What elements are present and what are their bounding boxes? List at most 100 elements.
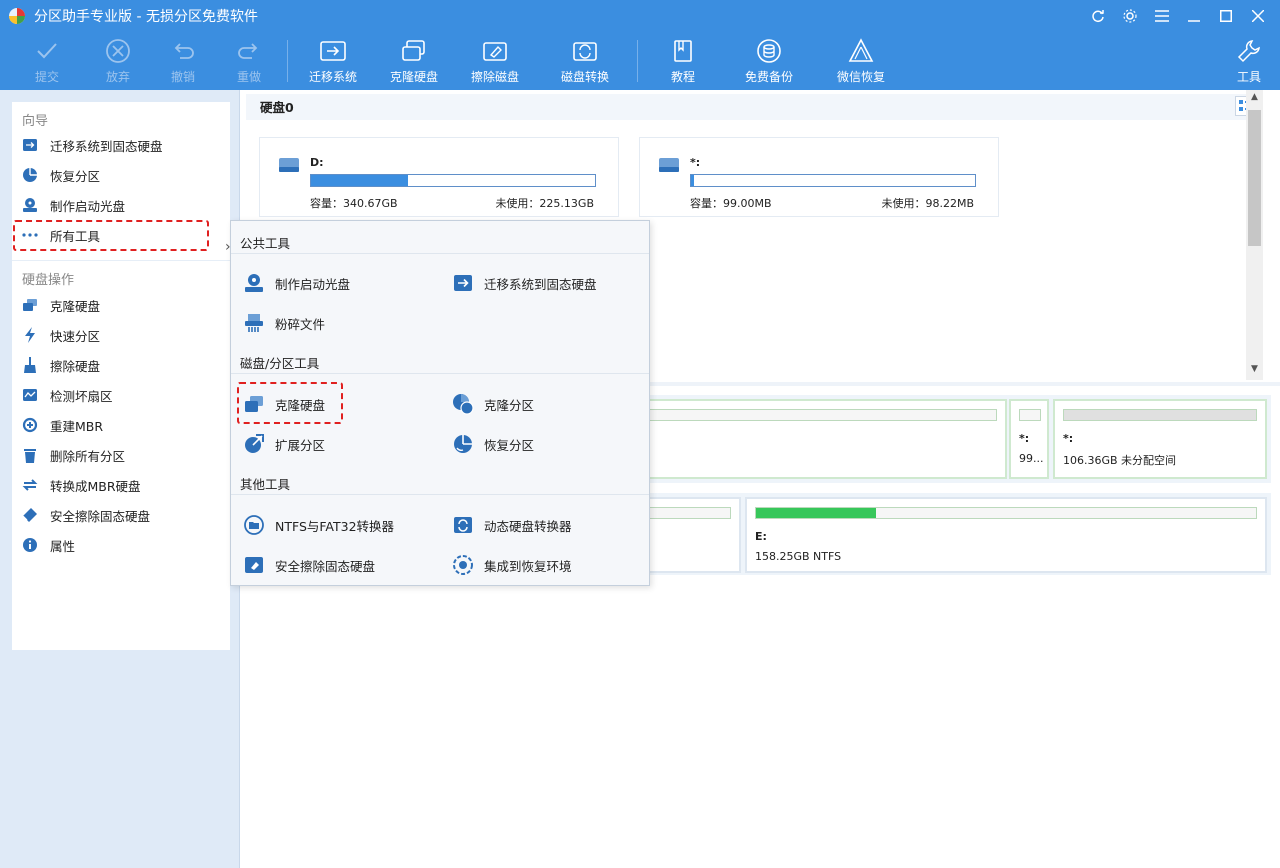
vertical-scrollbar[interactable]: ▲ ▼ (1246, 90, 1263, 380)
wipe-disk-icon (483, 42, 507, 61)
usage-bar (690, 174, 976, 187)
map-partition-small[interactable]: *: 99... (1009, 399, 1049, 479)
discard-button[interactable]: 放弃 (93, 32, 143, 90)
migrate-disk-icon (452, 272, 474, 294)
pie-recover-icon (452, 433, 474, 455)
sidebar-card: 向导 迁移系统到固态硬盘 恢复分区 制作启动光盘 所有工具 › 硬盘操作 克隆硬… (12, 102, 231, 650)
rebuild-icon (22, 417, 38, 433)
convert-arrows-icon (22, 477, 38, 493)
wipe-disk-button[interactable]: 擦除磁盘 (466, 32, 524, 90)
menu-item-recovery-env[interactable]: 集成到恢复环境 (452, 553, 572, 577)
pie-recover-icon (22, 167, 38, 183)
wrench-icon (1237, 40, 1260, 63)
eraser-icon (22, 507, 38, 523)
menu-item-secure-erase-ssd[interactable]: 安全擦除固态硬盘 (243, 553, 375, 577)
section-divider (12, 260, 230, 261)
partition-card-star[interactable]: *: 容量：99.00MB 未使用：98.22MB (639, 137, 999, 217)
disk-header: 硬盘0 (246, 94, 1258, 120)
boot-disc-icon (243, 272, 265, 294)
undo-icon (174, 43, 194, 59)
clone-disk-icon (402, 40, 425, 61)
shredder-icon (243, 312, 265, 334)
free-backup-button[interactable]: 免费备份 (740, 32, 798, 90)
sidebar-item-rebuild-mbr[interactable]: 重建MBR (22, 413, 222, 437)
drive-icon (278, 156, 300, 177)
recovery-logo-icon (848, 38, 874, 62)
menu-item-shred-file[interactable]: 粉碎文件 (243, 311, 325, 335)
toolbar-separator (637, 40, 638, 82)
disk-ops-section-title: 硬盘操作 (22, 273, 75, 288)
menu-item-recover-partition[interactable]: 恢复分区 (452, 432, 534, 456)
menu-item-boot-disc[interactable]: 制作启动光盘 (243, 271, 350, 295)
sidebar-item-clone-disk[interactable]: 克隆硬盘 (22, 293, 222, 317)
sidebar-item-delete-all-partitions[interactable]: 删除所有分区 (22, 443, 222, 467)
scroll-down-icon[interactable]: ▼ (1246, 364, 1263, 378)
sidebar-item-quick-partition[interactable]: 快速分区 (22, 323, 222, 347)
disk-convert-icon (573, 42, 597, 61)
clone-disk-icon (22, 297, 38, 313)
migrate-disk-icon (22, 137, 38, 153)
redo-button[interactable]: 重做 (224, 32, 274, 90)
scroll-up-icon[interactable]: ▲ (1246, 92, 1263, 106)
check-icon (37, 43, 57, 59)
disk-scan-icon (22, 387, 38, 403)
disk-convert-button[interactable]: 磁盘转换 (556, 32, 614, 90)
menu-item-migrate-ssd[interactable]: 迁移系统到固态硬盘 (452, 271, 597, 295)
left-panel: 向导 迁移系统到固态硬盘 恢复分区 制作启动光盘 所有工具 › 硬盘操作 克隆硬… (0, 90, 240, 868)
clone-partition-icon (452, 393, 474, 415)
menu-item-ntfs-fat32[interactable]: NTFS与FAT32转换器 (243, 513, 394, 537)
sidebar-item-check-bad-sector[interactable]: 检测坏扇区 (22, 383, 222, 407)
undo-button[interactable]: 撤销 (158, 32, 208, 90)
other-tools-heading: 其他工具 (240, 477, 291, 492)
usage-bar (310, 174, 596, 187)
book-icon (674, 40, 692, 62)
sidebar-item-boot-disc[interactable]: 制作启动光盘 (22, 193, 222, 217)
scroll-thumb[interactable] (1248, 110, 1261, 246)
partition-card-d[interactable]: D: 容量：340.67GB 未使用：225.13GB (259, 137, 619, 217)
extend-partition-icon (243, 433, 265, 455)
menu-item-clone-partition[interactable]: 克隆分区 (452, 392, 534, 416)
tutorial-button[interactable]: 教程 (660, 32, 706, 90)
cancel-circle-icon (106, 39, 130, 63)
map-partition-e[interactable]: E: 158.25GB NTFS (745, 497, 1267, 573)
sidebar-item-convert-mbr[interactable]: 转换成MBR硬盘 (22, 473, 222, 497)
clone-disk-button[interactable]: 克隆硬盘 (385, 32, 443, 90)
recovery-env-icon (452, 554, 474, 576)
maximize-icon[interactable] (1210, 0, 1242, 32)
sidebar-item-recover-partition[interactable]: 恢复分区 (22, 163, 222, 187)
lightning-icon (22, 327, 38, 343)
disk-name: 硬盘0 (260, 100, 294, 115)
menu-item-dynamic-disk[interactable]: 动态硬盘转换器 (452, 513, 572, 537)
menu-icon[interactable] (1146, 0, 1178, 32)
minimize-icon[interactable] (1178, 0, 1210, 32)
backup-database-icon (757, 39, 781, 63)
all-tools-highlight (13, 220, 209, 251)
drive-icon (658, 156, 680, 177)
sidebar-item-migrate-ssd[interactable]: 迁移系统到固态硬盘 (22, 133, 222, 157)
trash-icon (22, 447, 38, 463)
sidebar-item-wipe-disk[interactable]: 擦除硬盘 (22, 353, 222, 377)
title-bar: 分区助手专业版 - 无损分区免费软件 (0, 0, 1280, 32)
migrate-system-button[interactable]: 迁移系统 (304, 32, 362, 90)
ssd-erase-icon (243, 554, 265, 576)
refresh-icon[interactable] (1082, 0, 1114, 32)
migrate-disk-icon (320, 41, 346, 61)
map-partition-unallocated[interactable]: *: 106.36GB 未分配空间 (1053, 399, 1267, 479)
boot-disc-icon (22, 197, 38, 213)
public-tools-heading: 公共工具 (240, 236, 291, 251)
settings-gear-icon[interactable] (1114, 0, 1146, 32)
toolbar-separator (287, 40, 288, 82)
disk-tools-heading: 磁盘/分区工具 (240, 356, 320, 371)
broom-icon (22, 357, 38, 373)
tools-button[interactable]: 工具 (1232, 32, 1266, 90)
menu-item-extend-partition[interactable]: 扩展分区 (243, 432, 325, 456)
toolbar: 提交 放弃 撤销 重做 迁移系统 克隆硬盘 擦除磁盘 磁盘转换 教程 免费备份 … (0, 32, 1280, 90)
wizard-section-title: 向导 (22, 114, 49, 129)
info-icon (22, 537, 38, 553)
commit-button[interactable]: 提交 (22, 32, 72, 90)
close-icon[interactable] (1242, 0, 1274, 32)
sidebar-item-secure-erase-ssd[interactable]: 安全擦除固态硬盘 (22, 503, 222, 527)
sidebar-item-properties[interactable]: 属性 (22, 533, 222, 557)
wechat-recovery-button[interactable]: 微信恢复 (832, 32, 890, 90)
app-logo-icon (9, 8, 25, 24)
